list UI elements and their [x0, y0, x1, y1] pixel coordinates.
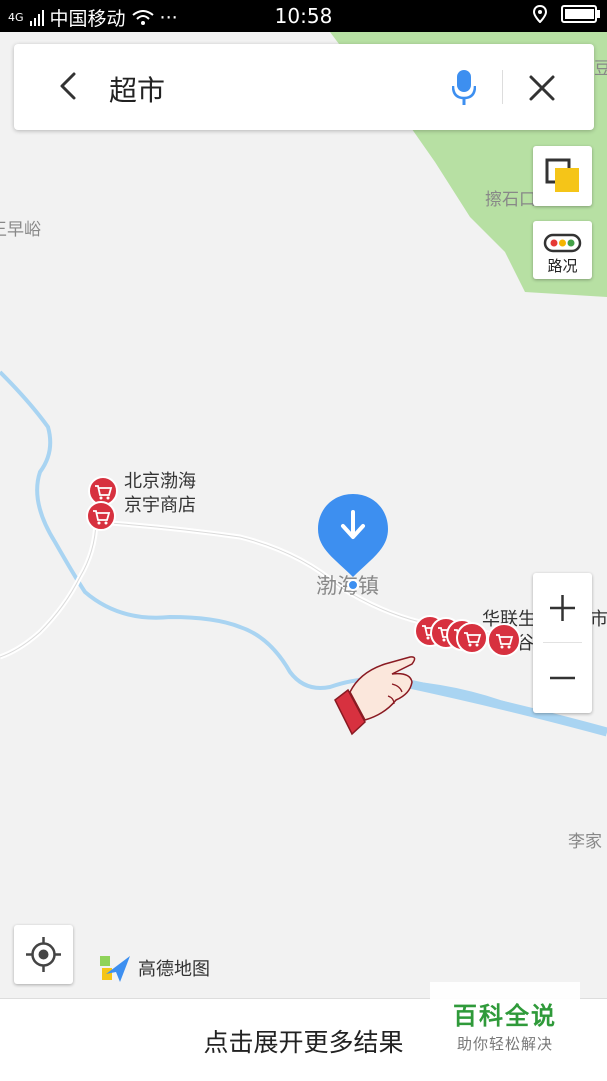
- battery-icon: [561, 5, 600, 23]
- watermark-title: 百科全说: [453, 1002, 557, 1030]
- layers-button[interactable]: [533, 146, 592, 206]
- plus-icon: [550, 595, 575, 621]
- place-label-left: 王早峪: [0, 220, 41, 240]
- poi-marker-supermarket[interactable]: [86, 501, 116, 531]
- status-bar: 4G 中国移动 ··· 10:58: [0, 0, 607, 32]
- zoom-out-button[interactable]: [533, 643, 592, 712]
- place-label-top-right: 擦石口: [485, 190, 536, 210]
- brand-name: 高德地图: [138, 959, 210, 980]
- watermark-subtitle: 助你轻松解决: [456, 1035, 553, 1053]
- poi-marker-supermarket[interactable]: [456, 622, 488, 654]
- map-canvas[interactable]: 王早峪 擦石口 豆 渤海镇 李家 北京渤海 京宇商店 华联生 市 谷: [0, 32, 607, 998]
- poi-marker-supermarket[interactable]: [88, 476, 118, 506]
- search-query[interactable]: 超市: [109, 69, 165, 109]
- poi-label-right-b: 市: [590, 609, 607, 630]
- search-bar: 超市: [14, 44, 594, 130]
- microphone-icon[interactable]: [452, 68, 476, 108]
- clock: 10:58: [274, 4, 333, 28]
- traffic-button[interactable]: 路况: [533, 221, 592, 279]
- watermark: 百科全说 助你轻松解决: [430, 982, 580, 1054]
- battery-fill: [565, 9, 594, 19]
- search-divider: [502, 70, 503, 104]
- status-right: [533, 5, 600, 23]
- locate-me-button[interactable]: [14, 925, 73, 984]
- map-brand: 高德地图: [98, 952, 210, 984]
- place-label-top-right-edge: 豆: [594, 59, 607, 79]
- amap-logo-icon: [100, 956, 130, 982]
- back-arrow-icon[interactable]: [48, 66, 88, 106]
- layers-icon: [545, 158, 579, 192]
- poi-label-left-line2: 京宇商店: [124, 495, 196, 516]
- place-label-bottom-right: 李家: [568, 832, 602, 852]
- traffic-label: 路况: [547, 257, 578, 275]
- location-status-icon: [533, 5, 547, 23]
- traffic-light-icon: [543, 233, 582, 253]
- zoom-in-button[interactable]: [533, 573, 592, 642]
- poi-label-left-line1: 北京渤海: [124, 471, 196, 492]
- poi-marker-supermarket[interactable]: [487, 623, 521, 657]
- minus-icon: [550, 676, 575, 680]
- zoom-controls: [533, 573, 592, 713]
- close-icon[interactable]: [526, 72, 558, 104]
- crosshair-icon: [26, 937, 61, 972]
